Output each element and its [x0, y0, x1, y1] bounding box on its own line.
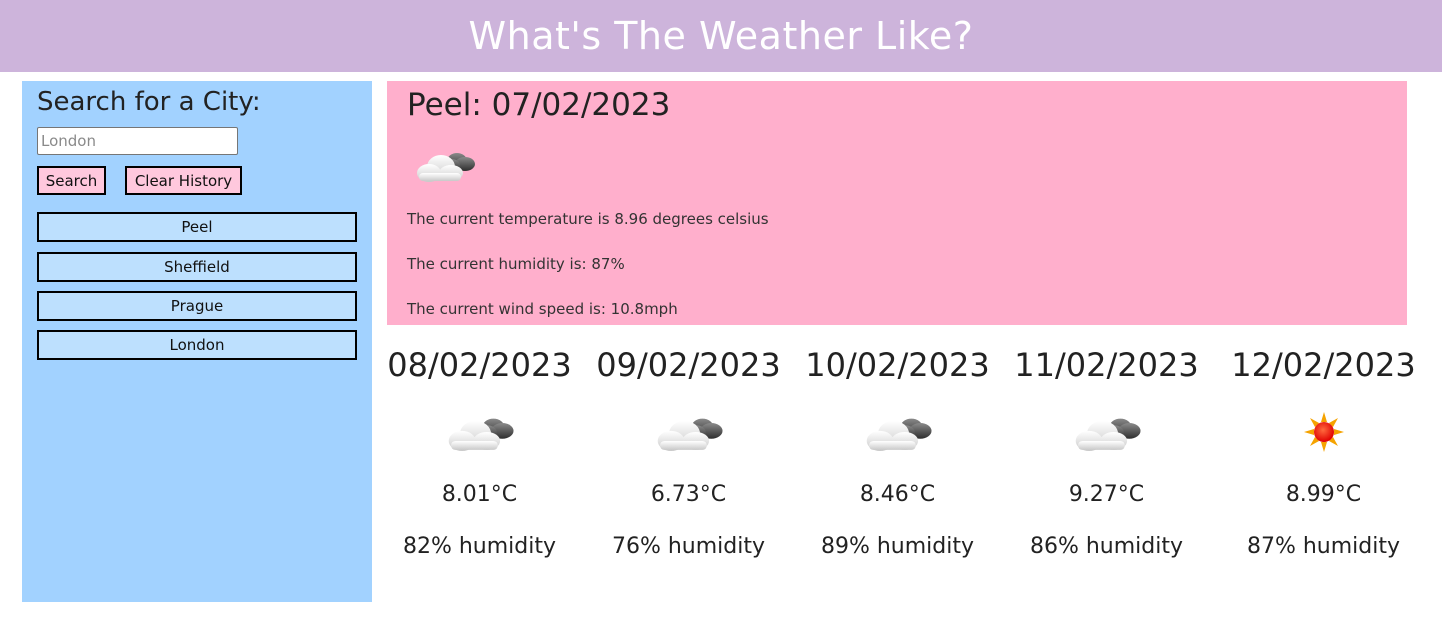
forecast-card: 11/02/2023 9.27°C 86% humidity — [1002, 343, 1211, 583]
forecast-humidity: 82% humidity — [402, 534, 557, 559]
history-item-sheffield[interactable]: Sheffield — [37, 252, 357, 282]
forecast-date: 09/02/2023 — [596, 346, 781, 384]
current-humidity: The current humidity is: 87% — [407, 255, 625, 273]
search-button[interactable]: Search — [37, 166, 106, 195]
history-item-prague[interactable]: Prague — [37, 291, 357, 321]
forecast-humidity: 87% humidity — [1246, 534, 1401, 559]
clouds-icon — [442, 407, 518, 457]
history-item-london[interactable]: London — [37, 330, 357, 360]
clouds-icon — [411, 143, 479, 187]
forecast-card: 09/02/2023 6.73°C 76% humidity — [584, 343, 793, 583]
clouds-icon — [1069, 407, 1145, 457]
clouds-icon — [651, 407, 727, 457]
forecast-date: 10/02/2023 — [805, 346, 990, 384]
forecast-temperature: 8.01°C — [441, 482, 518, 507]
current-weather-panel: Peel: 07/02/2023 The current temperature… — [387, 81, 1407, 325]
sun-icon — [1286, 407, 1362, 457]
current-city-date: Peel: 07/02/2023 — [407, 87, 671, 123]
forecast-card: 08/02/2023 8.01°C 82% humidity — [375, 343, 584, 583]
clouds-icon — [860, 407, 936, 457]
forecast-date: 11/02/2023 — [1014, 346, 1199, 384]
forecast-temperature: 6.73°C — [650, 482, 727, 507]
clear-history-button[interactable]: Clear History — [125, 166, 242, 195]
forecast-card: 12/02/2023 8.99°C 87% humidity — [1219, 343, 1428, 583]
search-heading: Search for a City: — [37, 87, 261, 117]
page-title: What's The Weather Like? — [468, 14, 974, 58]
forecast-temperature: 8.99°C — [1285, 482, 1362, 507]
forecast-temperature: 8.46°C — [859, 482, 936, 507]
forecast-card: 10/02/2023 8.46°C 89% humidity — [793, 343, 1002, 583]
forecast-temperature: 9.27°C — [1068, 482, 1145, 507]
forecast-date: 12/02/2023 — [1231, 346, 1416, 384]
history-item-peel[interactable]: Peel — [37, 212, 357, 242]
city-search-input[interactable] — [37, 127, 238, 155]
forecast-humidity: 76% humidity — [611, 534, 766, 559]
current-temperature: The current temperature is 8.96 degrees … — [407, 210, 769, 228]
current-wind-speed: The current wind speed is: 10.8mph — [407, 300, 678, 318]
forecast-humidity: 86% humidity — [1029, 534, 1184, 559]
forecast-date: 08/02/2023 — [387, 346, 572, 384]
search-sidebar: Search for a City: Search Clear History … — [22, 81, 372, 602]
forecast-humidity: 89% humidity — [820, 534, 975, 559]
site-header: What's The Weather Like? — [0, 0, 1442, 72]
